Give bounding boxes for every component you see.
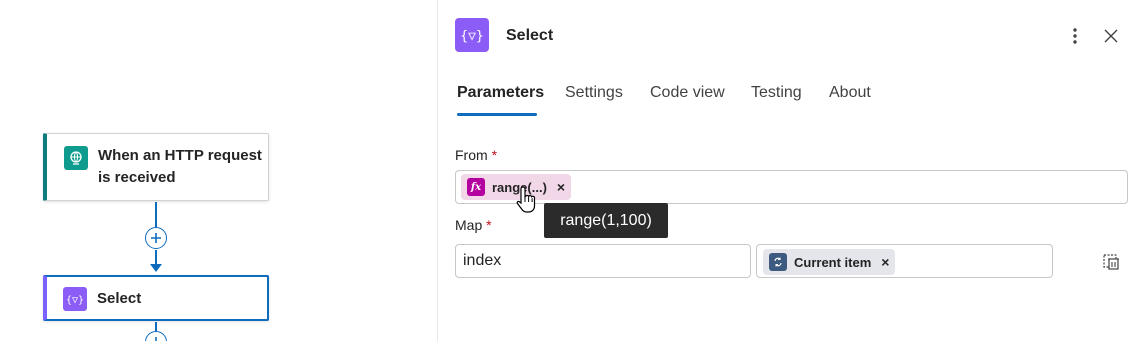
- map-key-input[interactable]: index: [455, 244, 751, 278]
- connector-arrow: [150, 264, 162, 272]
- hand-cursor-icon: [516, 186, 536, 213]
- svg-text:{▽}: {▽}: [67, 295, 83, 306]
- more-options-button[interactable]: [1065, 25, 1085, 47]
- select-card-title: Select: [97, 290, 142, 307]
- delete-icon: [1103, 254, 1119, 270]
- map-label: Map *: [455, 217, 492, 233]
- select-braces-icon: {▽}: [63, 287, 87, 311]
- dynamic-content-token-label: Current item: [794, 254, 872, 270]
- tab-parameters[interactable]: Parameters: [457, 84, 544, 102]
- map-key-value: index: [463, 252, 502, 269]
- trigger-card[interactable]: When an HTTP request is received: [43, 133, 269, 201]
- from-label: From *: [455, 147, 497, 163]
- select-card[interactable]: {▽} Select: [43, 275, 269, 321]
- close-icon: [1104, 29, 1118, 43]
- more-vertical-icon: [1073, 28, 1077, 44]
- expression-tooltip: range(1,100): [544, 203, 668, 238]
- tab-about[interactable]: About: [829, 84, 871, 102]
- required-mark: *: [486, 217, 492, 233]
- required-mark: *: [491, 147, 498, 163]
- panel-title[interactable]: Select: [506, 27, 553, 45]
- loop-icon: [769, 253, 787, 271]
- delete-row-button[interactable]: [1101, 252, 1121, 272]
- from-label-text: From: [455, 147, 488, 163]
- connector-line: [155, 202, 157, 228]
- plus-icon: [151, 233, 161, 243]
- svg-text:{▽}: {▽}: [461, 29, 483, 44]
- tab-testing[interactable]: Testing: [751, 84, 802, 102]
- action-details-panel: {▽} Select Parameters Settings Code view…: [437, 0, 1144, 341]
- tab-settings[interactable]: Settings: [565, 84, 623, 102]
- globe-icon: [64, 146, 88, 170]
- tab-code-view[interactable]: Code view: [650, 84, 725, 102]
- dynamic-content-token[interactable]: Current item ×: [763, 249, 896, 275]
- select-braces-icon: {▽}: [455, 18, 489, 52]
- map-label-text: Map: [455, 217, 483, 233]
- close-button[interactable]: [1100, 25, 1122, 47]
- add-step-button[interactable]: [145, 227, 167, 249]
- add-step-button-bottom[interactable]: [145, 331, 167, 341]
- function-icon: fx: [467, 178, 485, 196]
- designer-canvas: When an HTTP request is received {▽} Sel…: [0, 0, 437, 341]
- trigger-title: When an HTTP request is received: [98, 147, 262, 186]
- map-value-input[interactable]: Current item ×: [756, 244, 1053, 278]
- active-tab-indicator: [457, 113, 537, 116]
- remove-token-button[interactable]: ×: [881, 254, 889, 270]
- plus-icon: [155, 337, 157, 341]
- remove-token-button[interactable]: ×: [557, 179, 565, 195]
- from-input[interactable]: fx range(...) ×: [455, 170, 1128, 204]
